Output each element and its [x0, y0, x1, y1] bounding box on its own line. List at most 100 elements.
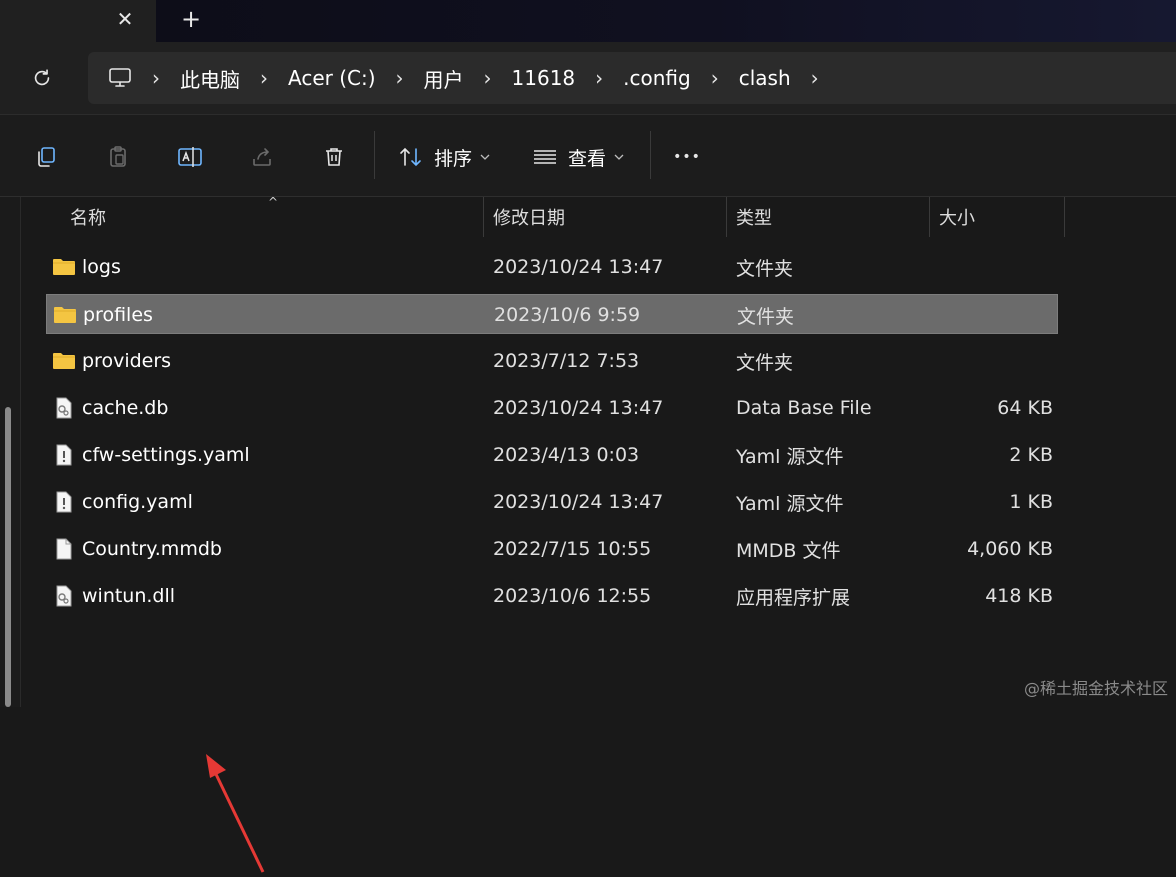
file-size: 64 KB [997, 397, 1053, 419]
refresh-button[interactable] [26, 62, 58, 94]
sort-label: 排序 [434, 147, 473, 170]
breadcrumb-separator[interactable]: › [797, 66, 833, 90]
view-list-icon [534, 150, 556, 164]
file-modified: 2023/4/13 0:03 [493, 444, 640, 466]
file-name: cache.db [82, 397, 169, 419]
toolbar-divider [650, 131, 651, 179]
this-pc-icon[interactable] [102, 60, 138, 96]
close-tab-button[interactable]: ✕ [112, 6, 138, 32]
file-size [939, 341, 1053, 381]
view-menu-button[interactable]: 查看 [532, 137, 624, 177]
toolbar-divider [374, 131, 375, 179]
file-name: profiles [83, 304, 153, 326]
column-divider[interactable] [726, 197, 727, 237]
clipboard-icon [110, 146, 126, 167]
breadcrumb-this-pc[interactable]: 此电脑 [174, 64, 246, 93]
file-type: Data Base File [736, 397, 872, 419]
system-file-icon [52, 584, 76, 608]
copy-button[interactable] [26, 137, 66, 177]
file-size: 2 KB [1009, 444, 1053, 466]
file-type: Yaml 源文件 [736, 445, 844, 468]
file-modified: 2023/10/24 13:47 [493, 397, 664, 419]
breadcrumb-separator[interactable]: › [697, 66, 733, 90]
column-header-size[interactable]: 大小 [939, 197, 975, 237]
yaml-file-icon [52, 443, 76, 467]
file-size [939, 247, 1053, 287]
sort-icon [400, 147, 421, 167]
file-row[interactable]: profiles 2023/10/6 9:59 文件夹 [46, 294, 1058, 334]
rename-button[interactable] [170, 137, 210, 177]
file-modified: 2023/10/6 12:55 [493, 585, 652, 607]
column-header-type[interactable]: 类型 [736, 197, 772, 237]
file-name: logs [82, 256, 121, 278]
navigation-scrollbar[interactable] [5, 407, 11, 707]
file-name: cfw-settings.yaml [82, 444, 250, 466]
breadcrumb-users[interactable]: 用户 [418, 64, 470, 93]
copy-icon [38, 147, 55, 167]
new-tab-button[interactable]: + [178, 5, 204, 33]
view-label: 查看 [568, 147, 607, 170]
file-row[interactable]: config.yaml 2023/10/24 13:47 Yaml 源文件 1 KB [46, 482, 1058, 522]
share-button[interactable] [242, 137, 282, 177]
file-type: 文件夹 [736, 257, 794, 280]
system-file-icon [52, 396, 76, 420]
file-row[interactable]: wintun.dll 2023/10/6 12:55 应用程序扩展 418 KB [46, 576, 1058, 616]
breadcrumb-separator[interactable]: › [470, 66, 506, 90]
breadcrumb-separator[interactable]: › [246, 66, 282, 90]
sort-ascending-icon: ^ [268, 195, 279, 209]
tab-strip: ✕ + [0, 0, 1176, 42]
file-name: config.yaml [82, 491, 193, 513]
current-tab[interactable]: ✕ [0, 0, 156, 42]
breadcrumb-config[interactable]: .config [617, 66, 697, 90]
yaml-file-icon [52, 490, 76, 514]
file-modified: 2023/7/12 7:53 [493, 350, 640, 372]
refresh-icon [34, 69, 50, 86]
file-modified: 2023/10/24 13:47 [493, 491, 664, 513]
file-name: providers [82, 350, 172, 372]
sort-menu-button[interactable]: 排序 [398, 137, 490, 177]
delete-button[interactable] [314, 137, 354, 177]
file-type: Yaml 源文件 [736, 492, 844, 515]
chevron-down-icon [480, 154, 490, 160]
file-size: 4,060 KB [967, 538, 1053, 560]
address-bar[interactable]: › 此电脑 › Acer (C:) › 用户 › 11618 › .config… [88, 52, 1176, 104]
blank-file-icon [52, 537, 76, 561]
trash-icon [326, 148, 342, 166]
file-type: 应用程序扩展 [736, 586, 851, 609]
column-divider[interactable] [1064, 197, 1065, 237]
file-row[interactable]: cfw-settings.yaml 2023/4/13 0:03 Yaml 源文件 2… [46, 435, 1058, 475]
breadcrumb-drive-c[interactable]: Acer (C:) [282, 66, 382, 90]
file-type: 文件夹 [736, 351, 794, 374]
folder-icon [53, 303, 77, 327]
breadcrumb-separator[interactable]: › [581, 66, 617, 90]
file-modified: 2023/10/6 9:59 [494, 304, 641, 326]
breadcrumb-separator[interactable]: › [382, 66, 418, 90]
breadcrumb-separator[interactable]: › [138, 66, 174, 90]
address-row: › 此电脑 › Acer (C:) › 用户 › 11618 › .config… [0, 42, 1176, 115]
file-row[interactable]: cache.db 2023/10/24 13:47 Data Base File 64… [46, 388, 1058, 428]
file-row[interactable]: logs 2023/10/24 13:47 文件夹 [46, 247, 1058, 287]
file-size [940, 295, 1054, 335]
annotation-arrow [206, 754, 265, 873]
column-header-name[interactable]: 名称 [70, 197, 106, 237]
file-size: 418 KB [985, 585, 1053, 607]
rename-icon [178, 147, 202, 167]
breadcrumb-user-folder[interactable]: 11618 [506, 66, 582, 90]
chevron-down-icon [614, 154, 624, 160]
file-modified: 2022/7/15 10:55 [493, 538, 652, 560]
file-row[interactable]: providers 2023/7/12 7:53 文件夹 [46, 341, 1058, 381]
breadcrumb-clash[interactable]: clash [733, 66, 797, 90]
folder-icon [52, 255, 76, 279]
column-divider[interactable] [483, 197, 484, 237]
file-name: wintun.dll [82, 585, 176, 607]
watermark: @稀土掘金技术社区 [1023, 679, 1168, 698]
folder-icon [52, 349, 76, 373]
column-divider[interactable] [929, 197, 930, 237]
share-icon [253, 148, 271, 166]
close-icon: ✕ [116, 7, 134, 31]
file-row[interactable]: Country.mmdb 2022/7/15 10:55 MMDB 文件 4,060 … [46, 529, 1058, 569]
column-header-modified[interactable]: 修改日期 [493, 197, 565, 237]
file-type: MMDB 文件 [736, 539, 841, 562]
paste-button[interactable] [98, 137, 138, 177]
more-options-button[interactable]: ••• [664, 137, 710, 177]
